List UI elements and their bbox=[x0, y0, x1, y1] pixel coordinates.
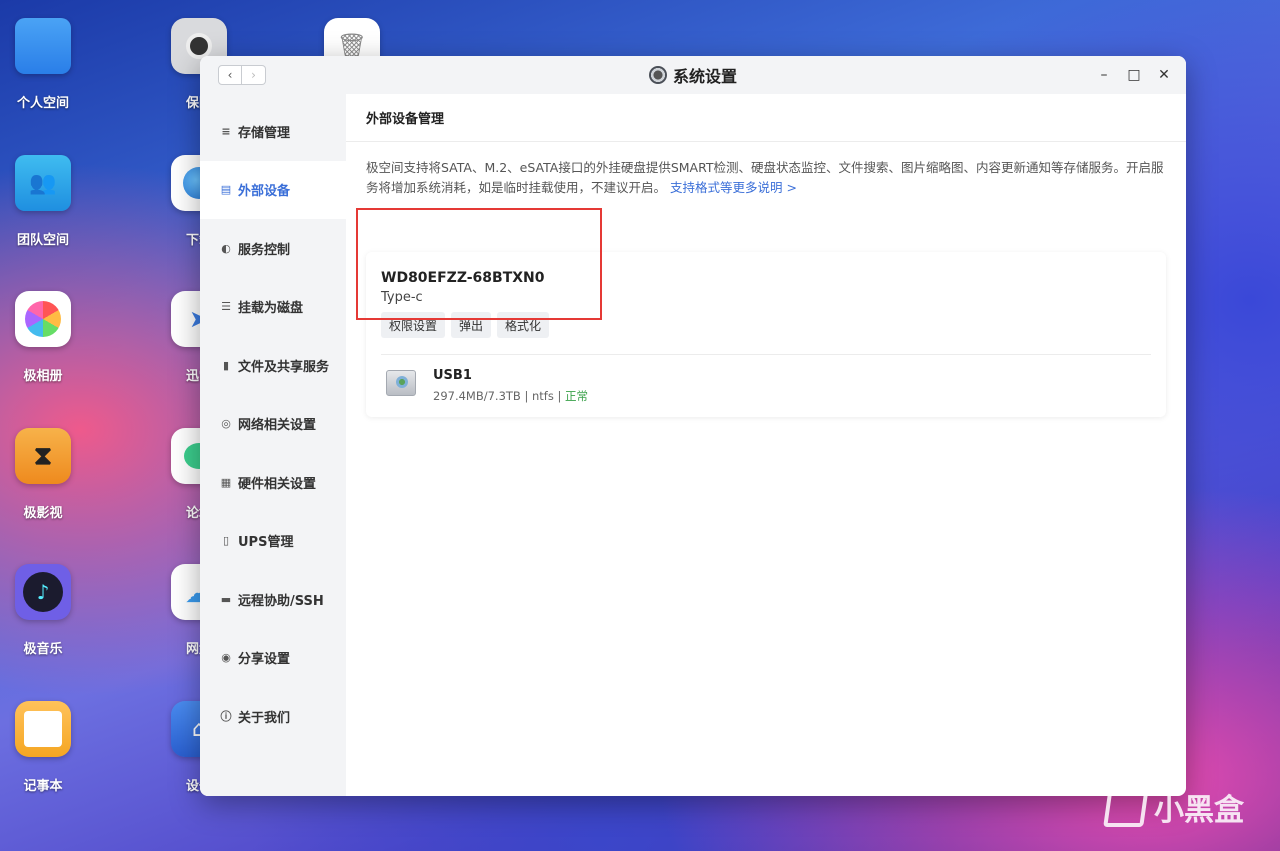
settings-logo-icon bbox=[648, 66, 667, 84]
hardware-icon: ▦ bbox=[220, 475, 232, 489]
ups-icon: ▯ bbox=[222, 534, 230, 548]
info-icon: ⓘ bbox=[220, 710, 232, 724]
team-folder-icon: 👥 bbox=[15, 155, 71, 211]
system-settings-window: ‹ › 系统设置 – □ ✕ ≡ 存储管理 ▤ 外部设备 ◐ 服务控制 ☰ 挂载… bbox=[200, 56, 1186, 796]
eject-button[interactable]: 弹出 bbox=[451, 312, 492, 338]
sidebar-item-label: 挂载为磁盘 bbox=[238, 301, 304, 317]
divider bbox=[381, 354, 1151, 355]
toggle-icon: ◐ bbox=[221, 241, 231, 255]
disk-icon bbox=[386, 370, 416, 396]
sidebar-item-label: 网络相关设置 bbox=[238, 418, 317, 434]
sidebar-item-file-share[interactable]: ▮ 文件及共享服务 bbox=[200, 336, 346, 395]
partition-name: USB1 bbox=[433, 368, 472, 383]
desktop-icon-team-space[interactable]: 👥 团队空间 bbox=[0, 155, 88, 248]
minimize-button[interactable]: – bbox=[1096, 65, 1112, 85]
description-text: 极空间支持将SATA、M.2、eSATA接口的外挂硬盘提供SMART检测、硬盘状… bbox=[366, 158, 1166, 198]
close-button[interactable]: ✕ bbox=[1156, 65, 1172, 85]
sidebar-item-label: 关于我们 bbox=[238, 710, 291, 726]
permission-settings-button[interactable]: 权限设置 bbox=[381, 312, 446, 338]
window-title: 系统设置 bbox=[672, 67, 737, 86]
window-controls: – □ ✕ bbox=[1096, 65, 1172, 85]
maximize-button[interactable]: □ bbox=[1126, 65, 1142, 85]
video-icon: ⧗ bbox=[15, 428, 71, 484]
sidebar-item-remote-ssh[interactable]: ▬ 远程协助/SSH bbox=[200, 570, 346, 629]
watermark: 小黑盒 bbox=[1103, 785, 1244, 829]
partition-fs: ntfs bbox=[532, 389, 554, 403]
watermark-logo-icon bbox=[1103, 787, 1149, 827]
separator: | bbox=[557, 389, 566, 403]
desktop-icon-personal-space[interactable]: 个人空间 bbox=[0, 18, 88, 111]
desktop-icon-photos[interactable]: 极相册 bbox=[0, 291, 88, 384]
nav-buttons: ‹ › bbox=[218, 65, 266, 85]
sidebar-item-mount-disk[interactable]: ☰ 挂载为磁盘 bbox=[200, 278, 346, 337]
watermark-text: 小黑盒 bbox=[1154, 793, 1244, 828]
photos-icon bbox=[15, 291, 71, 347]
settings-sidebar: ≡ 存储管理 ▤ 外部设备 ◐ 服务控制 ☰ 挂载为磁盘 ▮ 文件及共享服务 ◎… bbox=[200, 94, 346, 796]
share-icon: ◉ bbox=[221, 651, 231, 665]
sidebar-item-ups[interactable]: ▯ UPS管理 bbox=[200, 512, 346, 571]
device-card: WD80EFZZ-68BTXN0 Type-c 权限设置 弹出 格式化 USB1… bbox=[366, 252, 1166, 417]
sidebar-item-label: UPS管理 bbox=[238, 535, 294, 551]
desktop-icon-label: 极相册 bbox=[23, 369, 63, 384]
main-panel: 外部设备管理 极空间支持将SATA、M.2、eSATA接口的外挂硬盘提供SMAR… bbox=[346, 94, 1186, 796]
sidebar-item-label: 硬件相关设置 bbox=[238, 476, 317, 492]
desktop-icon-label: 个人空间 bbox=[16, 96, 69, 111]
sidebar-item-about[interactable]: ⓘ 关于我们 bbox=[200, 687, 346, 746]
device-name: WD80EFZZ-68BTXN0 bbox=[381, 270, 545, 286]
back-button[interactable]: ‹ bbox=[218, 65, 242, 85]
music-icon: ♪ bbox=[15, 564, 71, 620]
sidebar-item-service-control[interactable]: ◐ 服务控制 bbox=[200, 219, 346, 278]
file-share-icon: ▮ bbox=[222, 358, 230, 372]
remote-icon: ▬ bbox=[220, 592, 232, 606]
page-title: 外部设备管理 bbox=[346, 94, 1186, 142]
desktop-icon-label: 记事本 bbox=[23, 779, 63, 794]
partition-usage: 297.4MB/7.3TB bbox=[433, 389, 521, 403]
folder-icon bbox=[15, 18, 71, 74]
sidebar-item-label: 分享设置 bbox=[238, 652, 291, 668]
sidebar-item-label: 存储管理 bbox=[238, 125, 291, 141]
sidebar-item-share-settings[interactable]: ◉ 分享设置 bbox=[200, 629, 346, 688]
storage-icon: ≡ bbox=[221, 124, 231, 138]
desktop-icon-label: 极影视 bbox=[23, 506, 63, 521]
sidebar-item-label: 服务控制 bbox=[238, 242, 291, 258]
sidebar-item-hardware[interactable]: ▦ 硬件相关设置 bbox=[200, 453, 346, 512]
more-info-link[interactable]: 支持格式等更多说明 > bbox=[670, 180, 797, 195]
sidebar-item-label: 远程协助/SSH bbox=[238, 593, 324, 609]
format-button[interactable]: 格式化 bbox=[497, 312, 550, 338]
mount-icon: ☰ bbox=[221, 300, 231, 314]
device-type: Type-c bbox=[381, 290, 423, 305]
desktop-icon-label: 极音乐 bbox=[23, 642, 63, 657]
title-bar: ‹ › 系统设置 – □ ✕ bbox=[200, 56, 1186, 94]
window-title-group: 系统设置 bbox=[648, 63, 737, 87]
sidebar-item-label: 外部设备 bbox=[238, 184, 291, 200]
sidebar-item-network[interactable]: ◎ 网络相关设置 bbox=[200, 395, 346, 454]
external-device-icon: ▤ bbox=[220, 183, 232, 197]
forward-button[interactable]: › bbox=[242, 65, 266, 85]
desktop-icon-video[interactable]: ⧗ 极影视 bbox=[0, 428, 88, 521]
sidebar-item-label: 文件及共享服务 bbox=[238, 359, 330, 375]
desktop-icon-label: 团队空间 bbox=[16, 233, 69, 248]
status-badge: 正常 bbox=[565, 389, 589, 403]
sidebar-item-storage[interactable]: ≡ 存储管理 bbox=[200, 102, 346, 161]
device-actions: 权限设置 弹出 格式化 bbox=[381, 312, 550, 338]
desktop-icon-notes[interactable]: 记事本 bbox=[0, 701, 88, 794]
desktop-icon-music[interactable]: ♪ 极音乐 bbox=[0, 564, 88, 657]
separator: | bbox=[524, 389, 532, 403]
sidebar-item-external-device[interactable]: ▤ 外部设备 bbox=[200, 160, 346, 219]
notes-icon bbox=[15, 701, 71, 757]
network-icon: ◎ bbox=[221, 417, 231, 431]
partition-info: 297.4MB/7.3TB | ntfs | 正常 bbox=[433, 388, 588, 404]
